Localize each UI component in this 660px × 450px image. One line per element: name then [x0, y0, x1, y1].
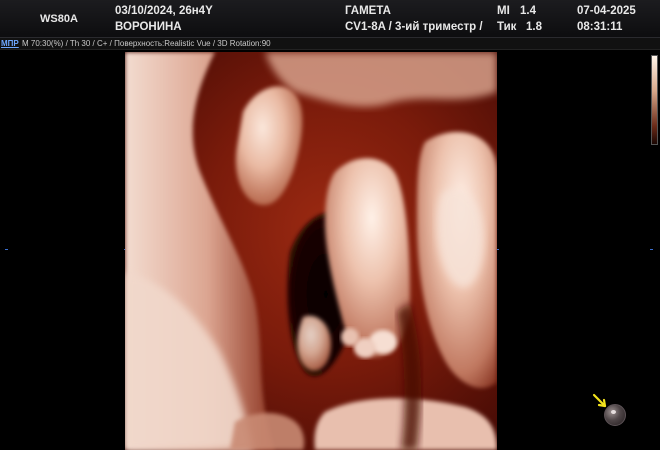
mode-tab-mpr[interactable]: МПР [1, 38, 19, 50]
color-map-bar [651, 55, 658, 145]
device-model: WS80A [40, 13, 78, 25]
tic-value: 1.8 [526, 21, 542, 33]
patient-name: ВОРОНИНА [115, 21, 182, 33]
left-edge-tick [5, 249, 8, 250]
ultrasound-screen: WS80A 03/10/2024, 26н4Y ВОРОНИНА ГАМЕТА … [0, 0, 660, 450]
orientation-arrow-icon [592, 393, 607, 408]
3d-rendered-image [125, 52, 497, 450]
parameter-strip: МПР M 70:30(%) / Th 30 / C+ / Поверхност… [0, 38, 660, 50]
right-edge-tick [650, 249, 653, 250]
tic-label: Тик [497, 21, 517, 33]
imaging-parameters: M 70:30(%) / Th 30 / C+ / Поверхность:Re… [22, 39, 271, 48]
preset-name: ГАМЕТА [345, 5, 391, 17]
probe-info: CV1-8A / 3-ий триместр / [345, 21, 483, 33]
birth-date-age: 03/10/2024, 26н4Y [115, 5, 213, 17]
orientation-ball-icon[interactable] [604, 404, 626, 426]
exam-time: 08:31:11 [577, 21, 623, 33]
mi-value: 1.4 [520, 5, 536, 17]
header-bar: WS80A 03/10/2024, 26н4Y ВОРОНИНА ГАМЕТА … [0, 0, 660, 38]
mi-label: MI [497, 5, 510, 17]
exam-date: 07-04-2025 [577, 5, 636, 17]
